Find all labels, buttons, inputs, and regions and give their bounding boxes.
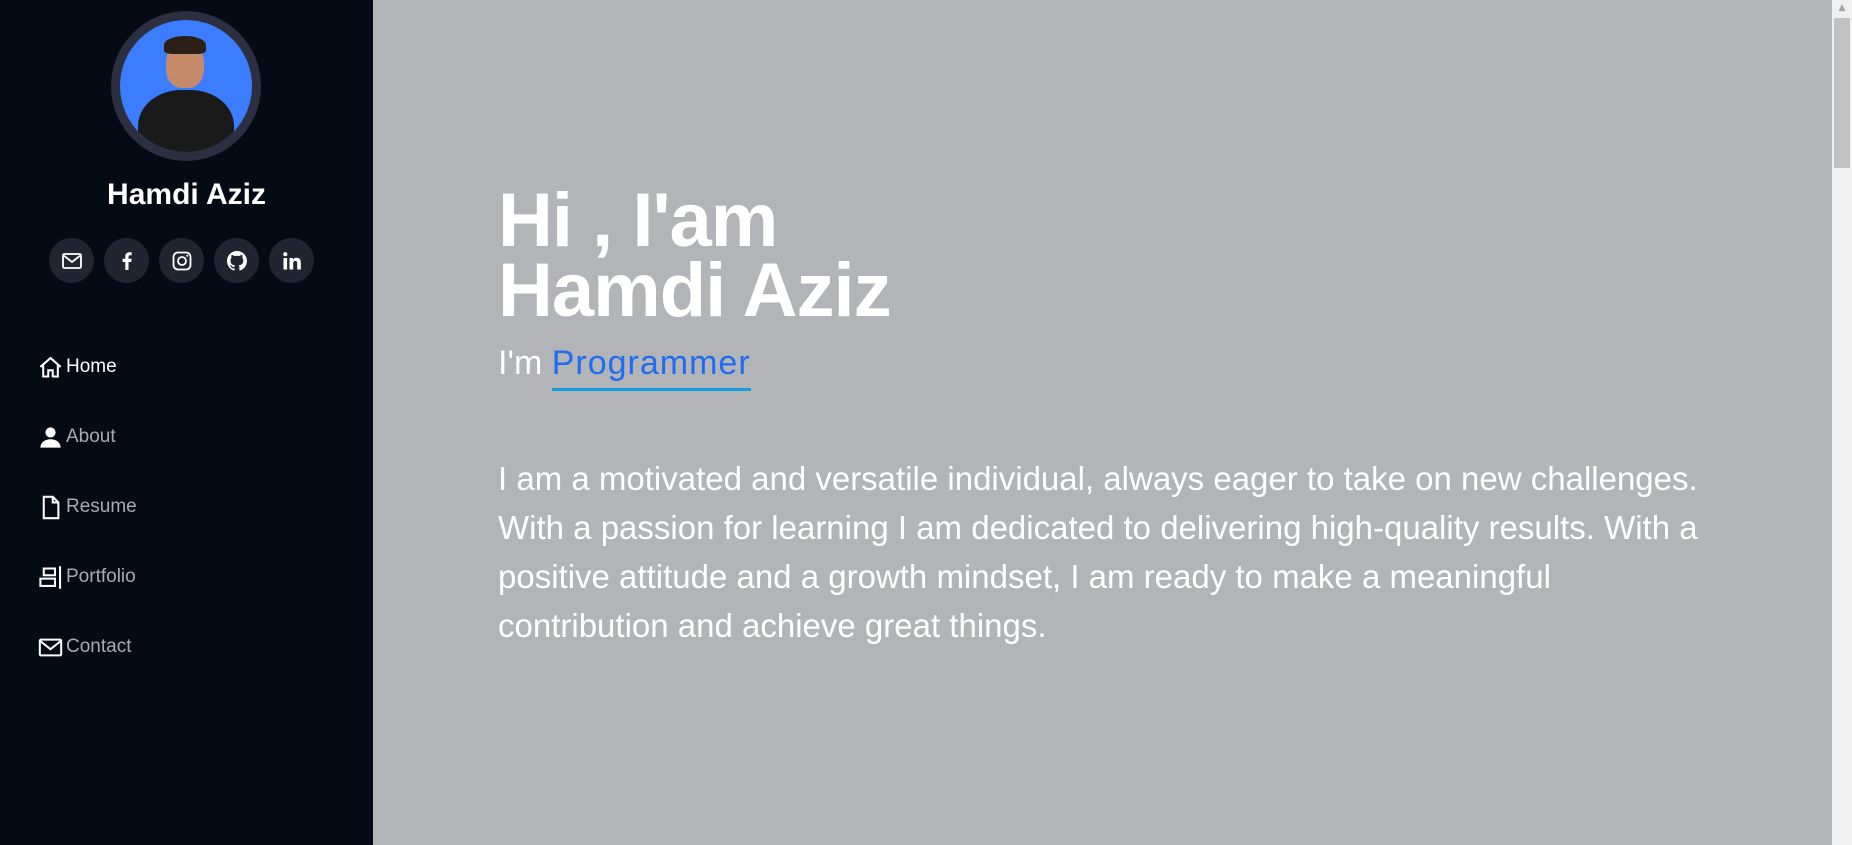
scroll-up-arrow[interactable]: ▲ [1832,0,1852,16]
nav-item-resume[interactable]: Resume [37,472,137,542]
nav-item-about[interactable]: About [37,402,137,472]
mail-icon [61,252,82,269]
person-icon [40,426,61,448]
envelope-icon [38,638,63,656]
instagram-icon [172,251,191,270]
scroll-thumb[interactable] [1834,18,1850,168]
nav-label-portfolio: Portfolio [66,566,136,587]
facebook-icon [122,251,132,270]
hero-section: Hi , I'am Hamdi Aziz I'm Programmer I am… [373,0,1832,845]
scrollbar[interactable]: ▲ [1832,0,1852,845]
email-link[interactable] [49,238,94,283]
linkedin-link[interactable] [269,238,314,283]
nav-item-contact[interactable]: Contact [37,612,137,682]
hero-greeting: Hi , I'am [498,178,778,263]
hero-title: Hi , I'am Hamdi Aziz [498,178,892,333]
hero-bio: I am a motivated and versatile individua… [498,460,1698,644]
github-link[interactable] [214,238,259,283]
linkedin-icon [282,251,301,269]
facebook-link[interactable] [104,238,149,283]
nav-label-about: About [66,426,116,447]
typed-role: Programmer [551,344,751,391]
portfolio-icon [39,565,62,589]
nav-menu: Home About Resume Portfolio Contact [37,332,137,682]
sidebar: Hamdi Aziz Home About Resume Portfolio C… [0,0,373,845]
nav-label-home: Home [66,356,117,377]
instagram-link[interactable] [159,238,204,283]
nav-item-portfolio[interactable]: Portfolio [37,542,137,612]
avatar [111,11,261,161]
nav-item-home[interactable]: Home [37,332,137,402]
file-icon [42,495,60,519]
github-icon [226,250,247,271]
profile-name: Hamdi Aziz [107,178,266,211]
typed-line: I'm Programmer [498,344,751,391]
hero-name: Hamdi Aziz [498,248,892,333]
nav-label-resume: Resume [66,496,137,517]
social-links [49,238,314,283]
home-icon [39,356,62,378]
nav-label-contact: Contact [66,636,132,657]
typed-prefix: I'm [498,344,543,382]
profile-photo [120,20,252,152]
